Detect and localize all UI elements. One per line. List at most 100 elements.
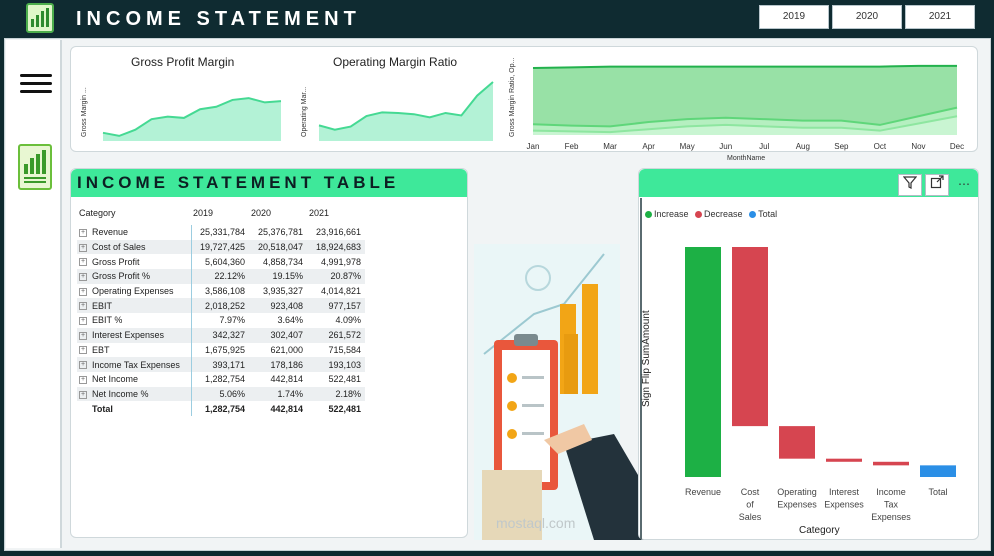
expand-icon[interactable]: + [79, 346, 87, 355]
row-label: Cost of Sales [92, 242, 146, 253]
waterfall-category-label: Tax [884, 500, 899, 510]
column-header-category[interactable]: Category [77, 205, 191, 225]
cell-v2019: 1,282,754 [204, 374, 245, 385]
table-row: + Net Income % 5.06% 1.74% 2.18% [77, 386, 365, 402]
legend-item-decrease: Decrease [695, 209, 743, 219]
expand-icon[interactable]: + [79, 390, 87, 399]
expand-icon[interactable]: + [79, 228, 87, 237]
cell-v2020: 20,518,047 [249, 239, 307, 255]
row-label: Income Tax Expenses [92, 359, 180, 370]
row-category[interactable]: + Operating Expenses [77, 283, 192, 299]
gross-profit-area [103, 98, 281, 141]
cell-v2021: 261,572 [307, 327, 365, 343]
expand-icon[interactable]: + [79, 287, 87, 296]
waterfall-category-label: Cost [741, 487, 760, 497]
table-row: + Revenue 25,331,784 25,376,781 23,916,661 [77, 225, 365, 240]
more-options-icon[interactable]: ⋯ [952, 174, 976, 196]
table-header-bar: INCOME STATEMENT TABLE [71, 169, 467, 197]
row-category[interactable]: + Net Income % [77, 386, 192, 402]
row-category[interactable]: + EBIT % [77, 313, 192, 328]
expand-icon[interactable]: + [79, 375, 87, 384]
table-row: + Gross Profit 5,604,360 4,858,734 4,991,978 [77, 254, 365, 270]
gross-profit-chart [102, 97, 282, 141]
cell-v2021: 522,481 [328, 374, 361, 385]
waterfall-card: ⋯ Increase Decrease Total Sign Flip SumA… [638, 168, 979, 540]
row-category[interactable]: + Revenue [77, 225, 192, 240]
row-category[interactable]: + Net Income [77, 371, 192, 387]
watermark-text: mostaql.com [496, 515, 575, 531]
row-category[interactable]: + Income Tax Expenses [77, 357, 192, 372]
row-category[interactable]: + Gross Profit [77, 254, 192, 270]
year-button-2021[interactable]: 2021 [905, 5, 975, 29]
row-category[interactable]: + Gross Profit % [77, 269, 192, 284]
waterfall-category-label: Expenses [777, 500, 817, 510]
sidebar [6, 40, 62, 548]
chart-report-icon[interactable] [18, 144, 52, 190]
waterfall-category-label: Income [876, 487, 906, 497]
cell-v2020: 178,186 [249, 357, 307, 372]
row-label: Gross Profit [92, 256, 140, 267]
row-label: Revenue [92, 227, 129, 238]
row-category[interactable]: + EBIT [77, 298, 192, 314]
cell-v2019: 1,675,925 [204, 344, 245, 355]
expand-icon[interactable]: + [79, 302, 87, 311]
column-header-2020[interactable]: 2020 [249, 205, 307, 225]
waterfall-category-label: of [746, 500, 754, 510]
expand-icon[interactable]: + [79, 317, 87, 326]
row-category[interactable]: + Cost of Sales [77, 239, 192, 255]
column-header-2021[interactable]: 2021 [307, 205, 365, 225]
row-label: EBT [92, 344, 110, 355]
row-label: Net Income % [92, 388, 149, 399]
cell-v2019: 5,604,360 [204, 256, 245, 267]
row-category[interactable]: + Interest Expenses [77, 327, 192, 343]
cell-v2019: 22.12% [191, 269, 249, 284]
gross-profit-ylabel: Gross Margin ... [81, 87, 88, 137]
cell-v2019: 342,327 [191, 327, 249, 343]
income-statement-table: Category 2019 2020 2021 + Revenue 25,331,7… [77, 205, 365, 416]
expand-icon[interactable]: + [79, 273, 87, 282]
column-header-2019[interactable]: 2019 [191, 205, 249, 225]
total-v2019: 1,282,754 [204, 403, 245, 414]
table-row: + Operating Expenses 3,586,108 3,935,327 4,0… [77, 283, 365, 299]
cell-v2021: 20.87% [307, 269, 365, 284]
cell-v2019: 5.06% [191, 386, 249, 402]
waterfall-bar[interactable] [920, 465, 956, 477]
table-row: + Gross Profit % 22.12% 19.15% 20.87% [77, 269, 365, 284]
cell-v2020: 621,000 [270, 344, 303, 355]
table-title: INCOME STATEMENT TABLE [77, 173, 400, 192]
expand-icon[interactable]: + [79, 361, 87, 370]
cell-v2021: 193,103 [307, 357, 365, 372]
cell-v2021: 23,916,661 [315, 227, 361, 238]
expand-icon[interactable]: + [79, 243, 87, 252]
month-tick-label: May [680, 142, 695, 151]
focus-mode-icon[interactable] [925, 174, 949, 196]
expand-icon[interactable]: + [79, 331, 87, 340]
month-tick-label: Nov [911, 142, 925, 151]
row-category[interactable]: + EBT [77, 342, 192, 358]
month-tick-label: Apr [642, 142, 655, 151]
cell-v2019: 2,018,252 [191, 298, 249, 314]
waterfall-bar[interactable] [873, 461, 909, 466]
year-button-2020[interactable]: 2020 [832, 5, 902, 29]
waterfall-bar[interactable] [826, 458, 862, 462]
waterfall-bar[interactable] [779, 426, 815, 459]
waterfall-chart: Revenue Cost of Sales Operating Expenses Inter… [685, 247, 956, 522]
month-tick-label: Mar [603, 142, 617, 151]
table-header-row: Category 2019 2020 2021 [77, 205, 365, 225]
operating-margin-ylabel: Operating Mar... [301, 86, 308, 137]
hamburger-icon[interactable] [20, 74, 52, 96]
filter-icon[interactable] [898, 174, 922, 196]
waterfall-bar[interactable] [732, 247, 768, 427]
table-row: + EBIT % 7.97% 3.64% 4.09% [77, 313, 365, 328]
expand-icon[interactable]: + [79, 258, 87, 267]
month-tick-label: Sep [834, 142, 849, 151]
waterfall-bar[interactable] [685, 247, 721, 477]
month-tick-label: Jul [759, 142, 769, 151]
year-button-2019[interactable]: 2019 [759, 5, 829, 29]
cell-v2019: 393,171 [191, 357, 249, 372]
legend-item-total: Total [749, 209, 777, 219]
operating-margin-area [319, 81, 493, 141]
total-v2021: 522,481 [328, 403, 361, 414]
cell-v2021: 715,584 [328, 344, 361, 355]
app-title: INCOME STATEMENT [76, 8, 361, 30]
